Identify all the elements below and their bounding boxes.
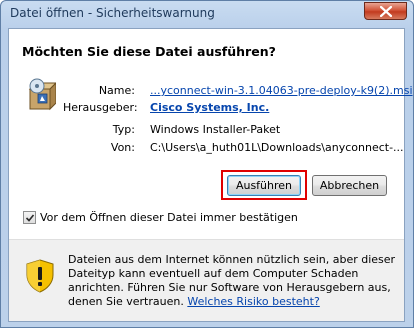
type-label: Typ: <box>112 123 135 136</box>
installer-package-icon <box>28 78 56 111</box>
warning-message: Dateien aus dem Internet können nützlich… <box>68 253 396 309</box>
publisher-link[interactable]: Cisco Systems, Inc. <box>150 101 269 114</box>
close-icon <box>380 6 392 17</box>
always-confirm-label[interactable]: Vor dem Öffnen dieser Datei immer bestät… <box>40 211 298 224</box>
shield-warning-icon <box>26 259 54 293</box>
content-panel: Möchten Sie diese Datei ausführen? Name:… <box>9 29 413 239</box>
name-label: Name: <box>98 84 135 97</box>
risk-info-link[interactable]: Welches Risiko besteht? <box>187 295 319 308</box>
always-confirm-checkbox[interactable] <box>23 211 36 224</box>
type-value: Windows Installer-Paket <box>150 123 281 136</box>
security-warning-dialog: Datei öffnen - Sicherheitswarnung Möchte… <box>0 0 414 328</box>
checkmark-icon <box>25 214 35 222</box>
dialog-body: Möchten Sie diese Datei ausführen? Name:… <box>8 28 413 322</box>
from-label: Von: <box>110 141 135 154</box>
close-button[interactable] <box>364 2 407 20</box>
cancel-button[interactable]: Abbrechen <box>312 175 387 196</box>
window-title: Datei öffnen - Sicherheitswarnung <box>10 6 215 20</box>
section-divider <box>9 239 404 240</box>
dialog-heading: Möchten Sie diese Datei ausführen? <box>22 44 276 59</box>
from-value: C:\Users\a_huth01L\Downloads\anyconnect-… <box>150 141 404 154</box>
title-bar[interactable]: Datei öffnen - Sicherheitswarnung <box>1 1 413 27</box>
run-button[interactable]: Ausführen <box>227 175 301 196</box>
always-confirm-row[interactable]: Vor dem Öffnen dieser Datei immer bestät… <box>23 211 298 224</box>
publisher-label: Herausgeber: <box>63 101 138 114</box>
file-name-link[interactable]: ...yconnect-win-3.1.04063-pre-deploy-k9(… <box>150 84 413 97</box>
